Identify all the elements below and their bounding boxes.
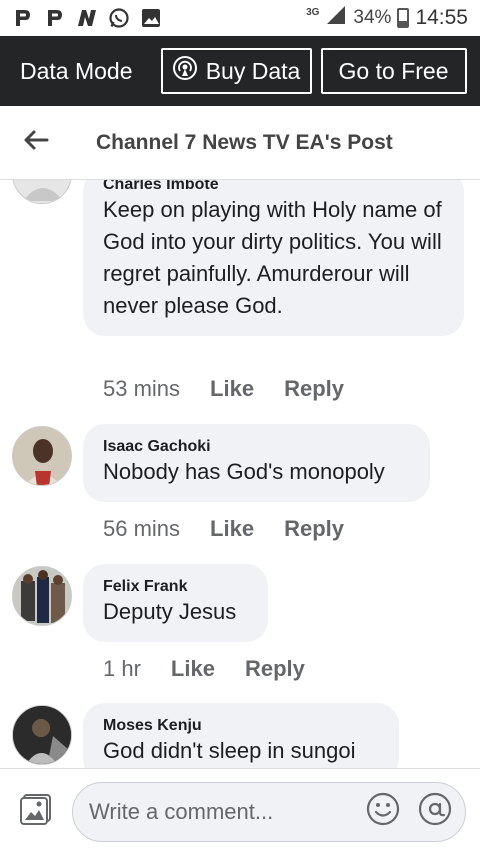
comment-actions: 56 mins Like Reply — [103, 516, 344, 542]
data-mode-label: Data Mode — [20, 57, 133, 84]
status-bar: 3G 34% 14:55 — [0, 0, 480, 36]
page-title: Channel 7 News TV EA's Post — [96, 131, 393, 154]
avatar[interactable] — [12, 566, 72, 626]
p-icon — [12, 7, 34, 29]
like-link[interactable]: Like — [210, 376, 254, 402]
p-icon — [44, 7, 66, 29]
commenter-name[interactable]: Charles Imbote — [103, 180, 444, 194]
add-photo-button[interactable] — [0, 792, 72, 831]
comment-actions: 1 hr Like Reply — [103, 656, 305, 682]
n-icon — [76, 7, 98, 29]
reply-link[interactable]: Reply — [284, 516, 344, 542]
comment-bubble[interactable]: Moses Kenju God didn't sleep in sungoi — [83, 703, 399, 768]
comment-composer: Write a comment... — [0, 768, 480, 854]
emoji-icon[interactable] — [365, 791, 401, 833]
reply-link[interactable]: Reply — [284, 376, 344, 402]
avatar[interactable] — [12, 180, 72, 204]
battery-percent: 34% — [353, 7, 392, 28]
network-type: 3G — [306, 6, 320, 18]
comment-text: Keep on playing with Holy name of God in… — [103, 197, 442, 318]
comment-placeholder: Write a comment... — [89, 798, 274, 824]
mention-icon[interactable] — [417, 791, 453, 833]
avatar[interactable] — [12, 426, 72, 486]
signal-icon — [325, 5, 347, 31]
comment-text: Nobody has God's monopoly — [103, 459, 385, 484]
commenter-name[interactable]: Moses Kenju — [103, 717, 379, 735]
reply-link[interactable]: Reply — [245, 656, 305, 682]
comment-bubble[interactable]: Isaac Gachoki Nobody has God's monopoly — [83, 424, 430, 502]
comment-list: Charles Imbote Keep on playing with Holy… — [0, 180, 480, 768]
photo-icon — [19, 792, 53, 831]
comment-time: 56 mins — [103, 516, 181, 541]
buy-data-button[interactable]: Buy Data — [160, 48, 312, 94]
comment-bubble[interactable]: Charles Imbote Keep on playing with Holy… — [83, 180, 464, 336]
arrow-left-icon — [23, 129, 49, 156]
broadcast-icon — [172, 55, 198, 87]
comment-time: 1 hr — [103, 656, 141, 681]
go-to-free-label: Go to Free — [338, 57, 449, 84]
comment-time: 53 mins — [103, 376, 181, 401]
battery-icon — [397, 8, 410, 28]
post-header: Channel 7 News TV EA's Post — [0, 106, 480, 180]
like-link[interactable]: Like — [210, 516, 254, 542]
gallery-icon — [140, 7, 162, 29]
comment-text: God didn't sleep in sungoi — [103, 738, 356, 763]
data-mode-bar: Data Mode Buy Data Go to Free — [0, 36, 480, 106]
comment-actions: 53 mins Like Reply — [103, 376, 344, 402]
commenter-name[interactable]: Isaac Gachoki — [103, 438, 410, 456]
comment-text: Deputy Jesus — [103, 599, 237, 624]
back-button[interactable] — [0, 129, 72, 156]
clock: 14:55 — [415, 6, 468, 29]
buy-data-label: Buy Data — [205, 57, 301, 84]
whatsapp-icon — [108, 7, 130, 29]
like-link[interactable]: Like — [171, 656, 215, 682]
avatar[interactable] — [12, 705, 72, 765]
go-to-free-button[interactable]: Go to Free — [320, 48, 467, 94]
comment-bubble[interactable]: Felix Frank Deputy Jesus — [83, 564, 268, 642]
commenter-name[interactable]: Felix Frank — [103, 578, 248, 596]
comment-input[interactable]: Write a comment... — [72, 781, 466, 842]
